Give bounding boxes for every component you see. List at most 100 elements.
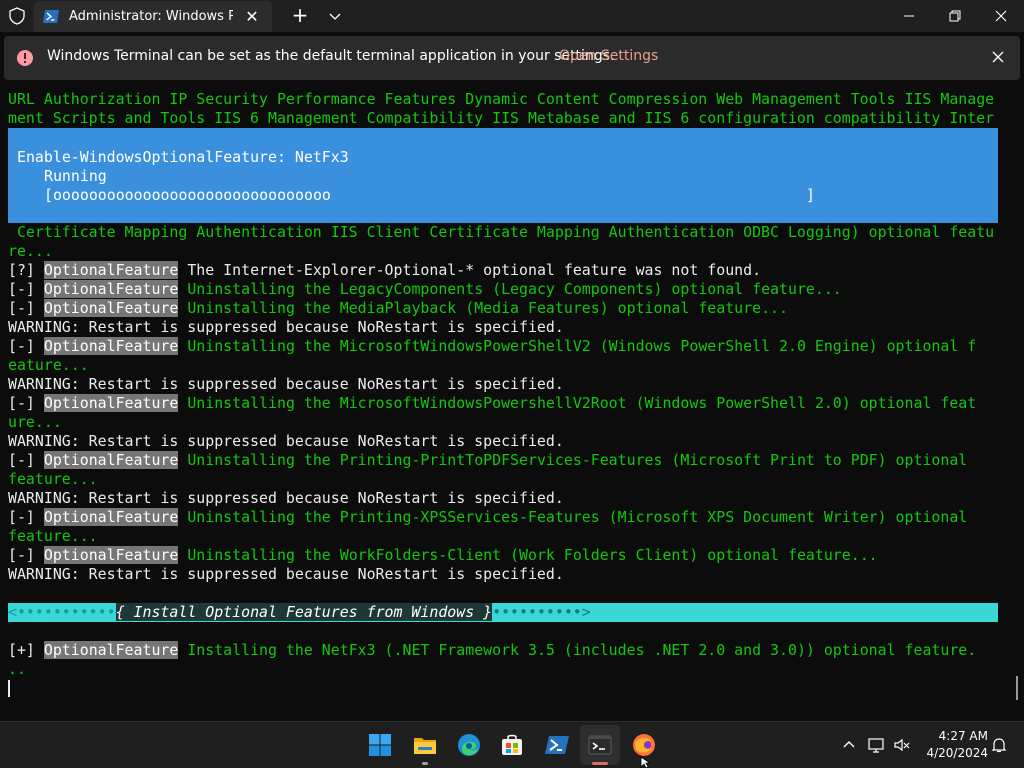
status-marker: [-] xyxy=(8,508,35,526)
banner-left-dots: <••••••••••• xyxy=(8,603,116,621)
minimize-button[interactable] xyxy=(886,0,932,32)
status-marker: [-] xyxy=(8,337,35,355)
status-marker: [?] xyxy=(8,261,35,279)
entry-continuation: ure... xyxy=(8,413,62,431)
tab-powershell[interactable]: Administrator: Windows PowerShell ✕ xyxy=(34,1,272,32)
tab-title: Administrator: Windows PowerShell xyxy=(69,9,233,24)
entry-text: Uninstalling the LegacyComponents (Legac… xyxy=(178,280,842,298)
progress-status: Running xyxy=(44,167,107,185)
new-tab-button[interactable]: + xyxy=(290,5,310,26)
chevron-up-icon[interactable] xyxy=(840,736,858,754)
minimize-icon xyxy=(904,15,914,17)
edge-icon xyxy=(458,734,480,756)
clock-time: 4:27 AM xyxy=(938,729,988,743)
tab-close-button[interactable]: ✕ xyxy=(244,9,260,25)
output-line: URL Authorization IP Security Performanc… xyxy=(8,90,995,108)
close-icon xyxy=(995,10,1007,22)
warning-line: WARNING: Restart is suppressed because N… xyxy=(8,432,564,450)
status-marker: [-] xyxy=(8,546,35,564)
progress-bar: [ooooooooooooooooooooooooooooooo ] xyxy=(44,186,815,204)
entry-text: Installing the NetFx3 (.NET Framework 3.… xyxy=(178,641,977,659)
restore-icon xyxy=(949,10,961,22)
system-clock[interactable]: 4:27 AM 4/20/2024 xyxy=(918,728,988,762)
feature-entry: [-] OptionalFeature Uninstalling the Mic… xyxy=(8,337,976,356)
close-button[interactable] xyxy=(978,0,1024,32)
optional-feature-badge: OptionalFeature xyxy=(43,641,179,659)
store-bag-icon xyxy=(502,734,522,755)
clock-date: 4/20/2024 xyxy=(926,746,988,760)
entry-text: The Internet-Explorer-Optional-* optiona… xyxy=(178,261,762,279)
optional-feature-badge: OptionalFeature xyxy=(43,280,179,298)
entry-continuation: feature... xyxy=(8,470,98,488)
feature-entry: [-] OptionalFeature Uninstalling the Mic… xyxy=(8,394,976,413)
info-error-icon xyxy=(17,50,33,66)
entry-text: Uninstalling the Printing-PrintToPDFServ… xyxy=(178,451,968,469)
notification-bell-icon[interactable] xyxy=(990,736,1008,754)
volume-muted-icon[interactable] xyxy=(893,736,911,754)
output-line: re... xyxy=(8,242,53,260)
active-indicator xyxy=(592,762,608,765)
optional-feature-badge: OptionalFeature xyxy=(43,546,179,564)
entry-text: Uninstalling the MicrosoftWindowsPowersh… xyxy=(178,394,977,412)
banner-title: { Install Optional Features from Windows… xyxy=(115,603,493,621)
optional-feature-badge: OptionalFeature xyxy=(43,508,179,526)
open-settings-link[interactable]: Open Settings xyxy=(559,48,658,64)
folder-icon xyxy=(414,738,436,754)
maximize-button[interactable] xyxy=(932,0,978,32)
progress-panel: Enable-WindowsOptionalFeature: NetFx3 Ru… xyxy=(8,128,998,223)
entry-text: Uninstalling the Printing-XPSServices-Fe… xyxy=(178,508,968,526)
status-marker: [-] xyxy=(8,280,35,298)
mouse-cursor-icon xyxy=(640,756,652,768)
entry-continuation: feature... xyxy=(8,527,98,545)
terminal-output[interactable]: URL Authorization IP Security Performanc… xyxy=(0,84,1024,724)
terminal-icon xyxy=(588,735,612,755)
running-indicator xyxy=(422,762,428,765)
powershell-icon xyxy=(43,10,59,23)
firefox-icon xyxy=(633,734,655,756)
network-icon[interactable] xyxy=(867,736,885,754)
optional-feature-badge: OptionalFeature xyxy=(43,299,179,317)
status-marker: [-] xyxy=(8,394,35,412)
section-banner: <•••••••••••{ Install Optional Features … xyxy=(8,603,998,622)
status-marker: [-] xyxy=(8,299,35,317)
status-marker: [-] xyxy=(8,451,35,469)
entry-continuation: .. xyxy=(8,660,26,678)
install-entry: [+] OptionalFeature Installing the NetFx… xyxy=(8,641,976,660)
taskbar-powershell[interactable] xyxy=(537,725,577,765)
entry-text: Uninstalling the MediaPlayback (Media Fe… xyxy=(178,299,788,317)
feature-entry: [-] OptionalFeature Uninstalling the Med… xyxy=(8,299,788,318)
status-marker: [+] xyxy=(8,641,35,659)
scrollbar-thumb[interactable] xyxy=(1016,676,1018,700)
taskbar-file-explorer[interactable] xyxy=(405,725,445,765)
start-button[interactable] xyxy=(360,725,400,765)
entry-text: Uninstalling the WorkFolders-Client (Wor… xyxy=(178,546,878,564)
windows-logo-icon xyxy=(369,734,391,756)
title-bar: Administrator: Windows PowerShell ✕ + xyxy=(0,0,1024,32)
output-line: ment Scripts and Tools IIS 6 Management … xyxy=(8,109,995,127)
close-icon[interactable] xyxy=(990,49,1006,65)
entry-continuation: eature... xyxy=(8,356,89,374)
infobar-message: Windows Terminal can be set as the defau… xyxy=(47,48,615,64)
feature-entry: [-] OptionalFeature Uninstalling the Wor… xyxy=(8,546,878,565)
optional-feature-badge: OptionalFeature xyxy=(43,261,179,279)
output-line: Certificate Mapping Authentication IIS C… xyxy=(8,223,995,241)
default-terminal-infobar: Windows Terminal can be set as the defau… xyxy=(4,36,1020,80)
optional-feature-badge: OptionalFeature xyxy=(43,451,179,469)
entry-text: Uninstalling the MicrosoftWindowsPowerSh… xyxy=(178,337,977,355)
text-cursor xyxy=(8,680,10,697)
feature-entry: [-] OptionalFeature Uninstalling the Leg… xyxy=(8,280,842,299)
taskbar-microsoft-store[interactable] xyxy=(492,725,532,765)
feature-entry: [-] OptionalFeature Uninstalling the Pri… xyxy=(8,508,967,527)
feature-entry: [-] OptionalFeature Uninstalling the Pri… xyxy=(8,451,967,470)
taskbar-edge[interactable] xyxy=(449,725,489,765)
taskbar-windows-terminal[interactable] xyxy=(580,725,620,765)
warning-line: WARNING: Restart is suppressed because N… xyxy=(8,565,564,583)
warning-line: WARNING: Restart is suppressed because N… xyxy=(8,318,564,336)
shield-icon xyxy=(9,7,25,25)
feature-entry: [?] OptionalFeature The Internet-Explore… xyxy=(8,261,761,280)
taskbar: 4:27 AM 4/20/2024 xyxy=(0,721,1024,768)
optional-feature-badge: OptionalFeature xyxy=(43,337,179,355)
chevron-down-icon[interactable] xyxy=(326,8,344,24)
warning-line: WARNING: Restart is suppressed because N… xyxy=(8,489,564,507)
warning-line: WARNING: Restart is suppressed because N… xyxy=(8,375,564,393)
